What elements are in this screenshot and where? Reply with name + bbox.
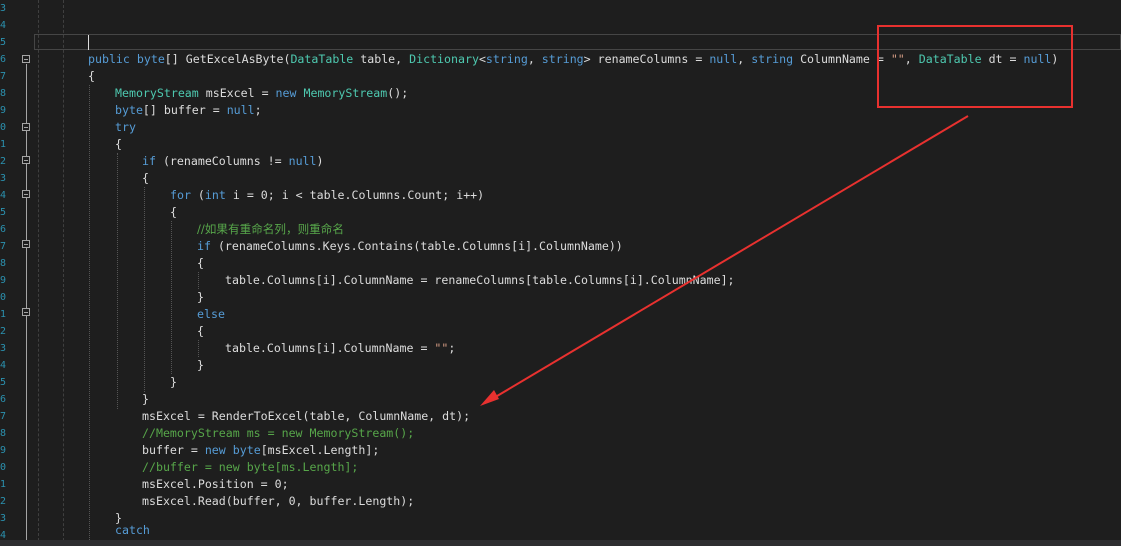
horizontal-scrollbar[interactable] <box>0 540 1121 546</box>
code-line[interactable]: try <box>115 119 136 136</box>
code-line[interactable]: byte[] buffer = null; <box>115 102 262 119</box>
code-line[interactable]: catch <box>115 522 150 539</box>
code-line[interactable]: { <box>197 255 204 272</box>
code-comment[interactable]: //MemoryStream ms = new MemoryStream(); <box>142 425 414 442</box>
code-line[interactable]: { <box>115 136 122 153</box>
code-line[interactable]: { <box>170 204 177 221</box>
annotation-highlight-box <box>877 25 1073 108</box>
code-line[interactable]: } <box>170 374 177 391</box>
code-line[interactable]: { <box>142 170 149 187</box>
code-line[interactable]: MemoryStream msExcel = new MemoryStream(… <box>115 85 408 102</box>
code-line[interactable]: { <box>88 68 95 85</box>
code-line-render-call[interactable]: msExcel = RenderToExcel(table, ColumnNam… <box>142 408 470 425</box>
code-line[interactable]: msExcel.Read(buffer, 0, buffer.Length); <box>142 493 414 510</box>
code-comment[interactable]: //如果有重命名列，则重命名 <box>197 221 344 238</box>
code-line[interactable]: table.Columns[i].ColumnName = renameColu… <box>225 272 735 289</box>
code-line[interactable]: msExcel.Position = 0; <box>142 476 289 493</box>
code-line[interactable]: if (renameColumns.Keys.Contains(table.Co… <box>197 238 623 255</box>
code-line[interactable]: for (int i = 0; i < table.Columns.Count;… <box>170 187 484 204</box>
code-line[interactable]: } <box>197 357 204 374</box>
code-editor[interactable]: 3 4 5 6 7 8 9 0 1 2 3 4 5 6 7 8 9 0 1 2 … <box>0 0 1121 546</box>
code-line[interactable]: { <box>197 323 204 340</box>
code-line[interactable]: buffer = new byte[msExcel.Length]; <box>142 442 379 459</box>
code-line[interactable]: if (renameColumns != null) <box>142 153 324 170</box>
code-line[interactable]: else <box>197 306 225 323</box>
code-line[interactable]: } <box>197 289 204 306</box>
code-comment[interactable]: //buffer = new byte[ms.Length]; <box>142 459 358 476</box>
code-line[interactable]: table.Columns[i].ColumnName = ""; <box>225 340 455 357</box>
code-line[interactable]: } <box>142 391 149 408</box>
